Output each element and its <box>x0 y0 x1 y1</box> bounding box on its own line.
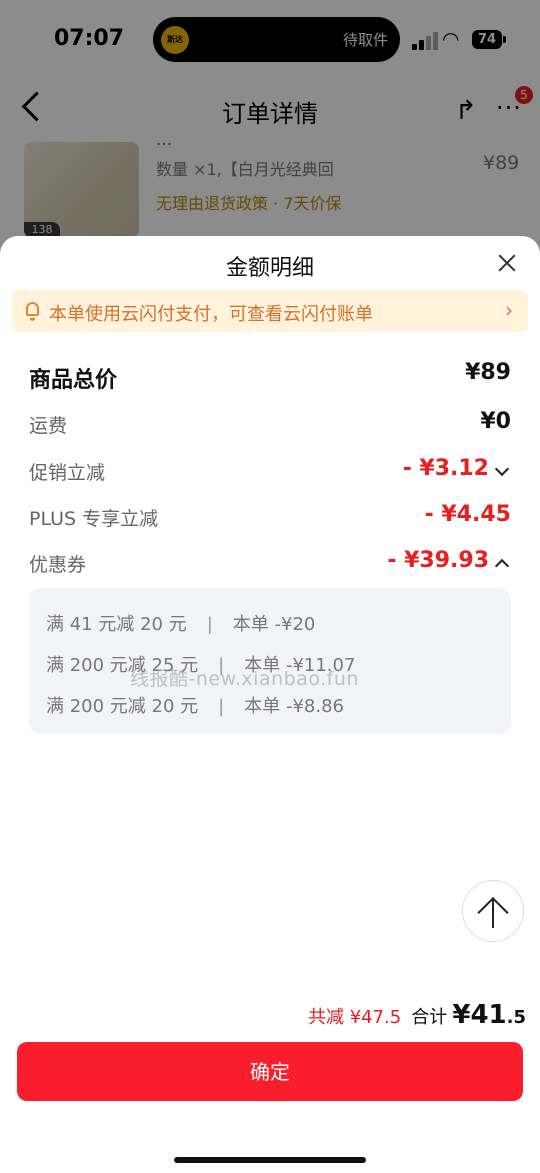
price-summary: 共减 ¥47.5 合计 ¥41.5 <box>0 1000 526 1030</box>
row-label: 促销立减 <box>29 462 106 484</box>
scroll-to-top-button[interactable] <box>462 880 524 942</box>
row-coupon[interactable]: 优惠券 - ¥39.93 <box>29 548 511 582</box>
notice-text: 本单使用云闪付支付，可查看云闪付账单 <box>49 304 373 325</box>
coupon-applied: 本单 -¥20 <box>232 614 316 635</box>
coupon-rule: 满 200 元减 20 元 <box>46 696 199 717</box>
coupon-item: 满 200 元减 20 元 | 本单 -¥8.86 <box>46 692 344 718</box>
coupon-detail-box: 满 41 元减 20 元 | 本单 -¥20 满 200 元减 25 元 | 本单 -¥… <box>29 588 511 734</box>
row-plus-discount: PLUS 专享立减 - ¥4.45 <box>29 502 511 536</box>
row-value: ¥89 <box>465 360 511 385</box>
total-currency: ¥ <box>452 1000 471 1030</box>
saved-amount: 共减 ¥47.5 <box>307 1007 402 1028</box>
total-integer: 41 <box>470 1000 507 1030</box>
row-label: 优惠券 <box>29 554 87 576</box>
chevron-up-icon[interactable] <box>494 558 510 574</box>
row-value: - ¥4.45 <box>424 502 511 527</box>
row-value: ¥0 <box>480 409 511 434</box>
coupon-rule: 满 41 元减 20 元 <box>46 614 187 635</box>
sheet-title: 金额明细 <box>225 256 314 281</box>
arrow-up-head <box>477 897 509 929</box>
coupon-item: 满 41 元减 20 元 | 本单 -¥20 <box>46 610 315 636</box>
bell-icon <box>26 302 39 321</box>
dim-overlay[interactable] <box>0 0 540 260</box>
total-decimal: .5 <box>506 1007 526 1028</box>
row-label: 商品总价 <box>29 368 118 393</box>
close-icon[interactable] <box>496 252 518 274</box>
row-promotion[interactable]: 促销立减 - ¥3.12 <box>29 456 511 490</box>
row-shipping: 运费 ¥0 <box>29 409 511 443</box>
watermark-text: 线报酷-new.xianbao.fun <box>130 668 359 690</box>
row-goods-total: 商品总价 ¥89 <box>29 360 511 394</box>
total-label: 合计 <box>411 1007 448 1028</box>
unionpay-notice[interactable]: 本单使用云闪付支付，可查看云闪付账单 › <box>12 290 528 332</box>
row-label: PLUS 专享立减 <box>29 508 159 530</box>
home-indicator <box>174 1157 366 1163</box>
row-value: - ¥39.93 <box>387 548 489 573</box>
row-label: 运费 <box>29 415 68 437</box>
coupon-applied: 本单 -¥8.86 <box>244 696 344 717</box>
row-value: - ¥3.12 <box>402 456 489 481</box>
separator: | <box>218 696 225 717</box>
chevron-down-icon[interactable] <box>494 461 510 477</box>
amount-detail-sheet: 金额明细 本单使用云闪付支付，可查看云闪付账单 › 商品总价 ¥89 运费 ¥0… <box>0 236 540 1173</box>
confirm-button[interactable]: 确定 <box>17 1042 523 1101</box>
chevron-right-icon: › <box>505 298 513 322</box>
separator: | <box>206 614 213 635</box>
